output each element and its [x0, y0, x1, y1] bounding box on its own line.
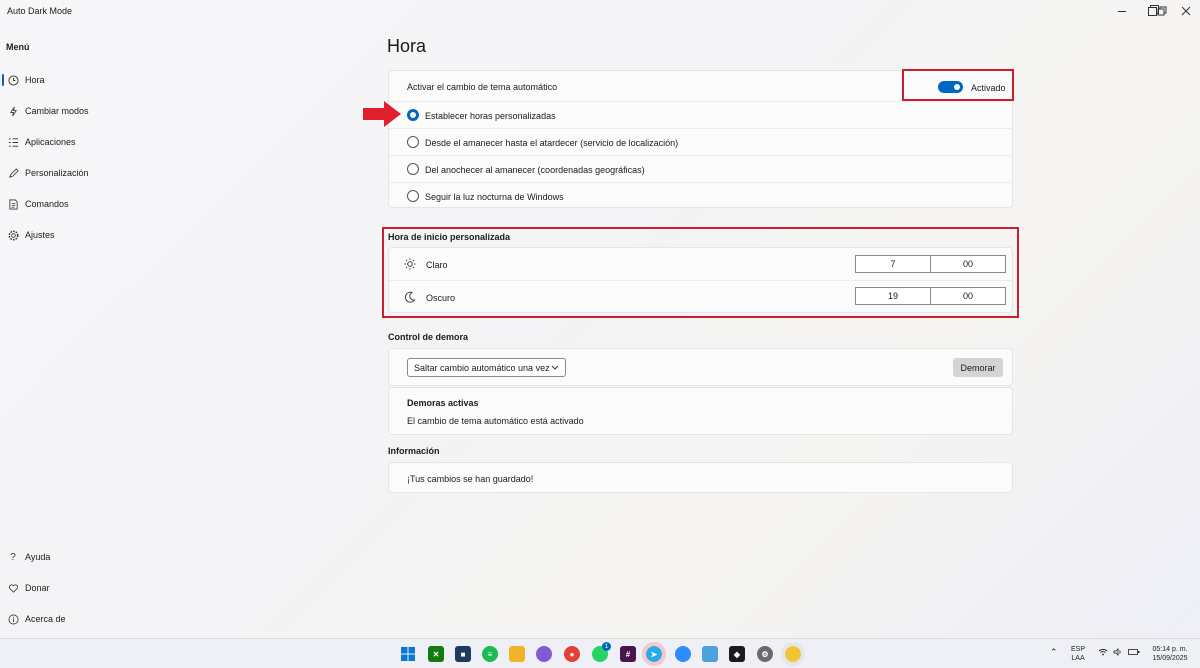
- folder-icon[interactable]: [509, 646, 525, 662]
- gear-icon: [7, 229, 19, 241]
- menu-label: Menú: [6, 42, 30, 52]
- radio-sunrise-sunset[interactable]: [407, 136, 419, 148]
- option-label: Establecer horas personalizadas: [425, 111, 556, 121]
- sidebar-item-ayuda[interactable]: ? Ayuda: [0, 545, 120, 569]
- sidebar-item-personalizacion[interactable]: Personalización: [0, 161, 120, 185]
- volume-icon[interactable]: [1113, 648, 1123, 659]
- option-label: Desde el amanecer hasta el atardecer (se…: [425, 138, 679, 148]
- restore-icon: [1157, 6, 1166, 16]
- xbox-icon[interactable]: ✕: [428, 646, 444, 662]
- store-icon[interactable]: ■: [455, 646, 471, 662]
- sidebar-item-donar[interactable]: Donar: [0, 576, 120, 600]
- copilot-icon[interactable]: [536, 646, 552, 662]
- sidebar-item-label: Acerca de: [25, 614, 66, 624]
- question-icon: ?: [10, 551, 16, 563]
- close-button[interactable]: [1172, 2, 1200, 20]
- sidebar-item-label: Hora: [25, 75, 45, 85]
- slack-icon[interactable]: #: [620, 646, 636, 662]
- notepad-icon[interactable]: [702, 646, 718, 662]
- dropdown-value: Saltar cambio automático una vez: [414, 362, 550, 373]
- telegram-icon[interactable]: ➤: [642, 642, 666, 666]
- sidebar-item-label: Aplicaciones: [25, 137, 76, 147]
- custom-time-highlight-box: [382, 227, 1019, 318]
- sidebar-item-label: Donar: [25, 583, 50, 593]
- restore-button[interactable]: [1143, 2, 1171, 20]
- sidebar-item-cambiar-modos[interactable]: Cambiar modos: [0, 99, 120, 123]
- info-icon: [7, 613, 19, 625]
- language-indicator[interactable]: ESP LAA: [1071, 645, 1085, 663]
- sidebar-item-comandos[interactable]: Comandos: [0, 192, 120, 216]
- heart-icon: [7, 582, 19, 594]
- bolt-icon: [7, 105, 19, 117]
- option-row[interactable]: Desde el amanecer hasta el atardecer (se…: [389, 128, 1012, 155]
- active-delays-title: Demoras activas: [407, 398, 479, 408]
- info-text: ¡Tus cambios se han guardado!: [407, 474, 534, 484]
- clock-icon: [7, 74, 19, 86]
- toggle-highlight-box: [902, 69, 1014, 101]
- sidebar-item-label: Cambiar modos: [25, 106, 89, 116]
- clock[interactable]: 05:14 p. m. 15/09/2025: [1146, 645, 1194, 663]
- option-row[interactable]: Del anochecer al amanecer (coordenadas g…: [389, 155, 1012, 182]
- option-row[interactable]: Establecer horas personalizadas: [389, 101, 1012, 128]
- date-text: 15/09/2025: [1152, 655, 1188, 662]
- list-icon: [7, 136, 19, 148]
- option-label: Del anochecer al amanecer (coordenadas g…: [425, 165, 645, 175]
- sidebar-item-aplicaciones[interactable]: Aplicaciones: [0, 130, 120, 154]
- time-text: 05:14 p. m.: [1152, 646, 1188, 653]
- keyboard-layout: LAA: [1071, 655, 1085, 662]
- delay-card: Saltar cambio automático una vez Demorar: [388, 348, 1013, 386]
- document-icon: [7, 198, 19, 210]
- delay-button[interactable]: Demorar: [953, 358, 1003, 377]
- battery-icon[interactable]: [1128, 648, 1140, 659]
- zoom-icon[interactable]: [675, 646, 691, 662]
- radio-night-light[interactable]: [407, 190, 419, 202]
- app-window: Auto Dark Mode Menú Hora Cambiar modos A…: [0, 0, 1200, 638]
- active-delays-card: Demoras activas El cambio de tema automá…: [388, 387, 1013, 435]
- app-icon[interactable]: ◆: [729, 646, 745, 662]
- info-card: ¡Tus cambios se han guardado!: [388, 462, 1013, 493]
- language-code: ESP: [1071, 646, 1086, 653]
- skip-dropdown[interactable]: Saltar cambio automático una vez: [407, 358, 566, 377]
- sidebar-item-label: Ajustes: [25, 230, 55, 240]
- auto-switch-label: Activar el cambio de tema automático: [407, 82, 558, 92]
- delay-title: Control de demora: [388, 332, 469, 342]
- radio-custom-hours[interactable]: [407, 109, 419, 121]
- active-delays-text: El cambio de tema automático está activa…: [407, 416, 584, 426]
- notification-badge: 1: [602, 642, 611, 651]
- chrome-icon[interactable]: ●: [564, 646, 580, 662]
- option-row[interactable]: Seguir la luz nocturna de Windows: [389, 182, 1012, 209]
- taskbar: ✕ ■ ≡ ● 1 # ➤ ◆ ⚙ ⌃ ESP LAA 05:14 p. m. …: [0, 638, 1200, 668]
- close-icon: [1181, 6, 1191, 16]
- settings-icon[interactable]: ⚙: [757, 646, 773, 662]
- red-arrow-icon: [363, 101, 401, 127]
- sidebar-item-label: Comandos: [25, 199, 69, 209]
- option-label: Seguir la luz nocturna de Windows: [425, 192, 564, 202]
- wifi-icon[interactable]: [1098, 648, 1108, 659]
- minimize-button[interactable]: [1108, 2, 1136, 20]
- auto-dark-mode-icon[interactable]: [781, 642, 805, 666]
- title-bar: Auto Dark Mode: [0, 0, 1200, 22]
- windows-start-icon[interactable]: [400, 646, 416, 662]
- sidebar-item-label: Ayuda: [25, 552, 51, 562]
- sidebar-item-acerca-de[interactable]: Acerca de: [0, 607, 120, 631]
- window-title: Auto Dark Mode: [7, 6, 73, 16]
- chevron-up-icon[interactable]: ⌃: [1050, 648, 1058, 657]
- radio-geo-coordinates[interactable]: [407, 163, 419, 175]
- info-title: Información: [388, 446, 440, 456]
- page-title: Hora: [387, 36, 427, 56]
- spotify-icon[interactable]: ≡: [482, 646, 498, 662]
- sidebar-item-ajustes[interactable]: Ajustes: [0, 223, 120, 247]
- chevron-down-icon: [551, 365, 559, 370]
- sidebar-item-hora[interactable]: Hora: [0, 68, 120, 92]
- sidebar-item-label: Personalización: [25, 168, 89, 178]
- pen-icon: [7, 167, 19, 179]
